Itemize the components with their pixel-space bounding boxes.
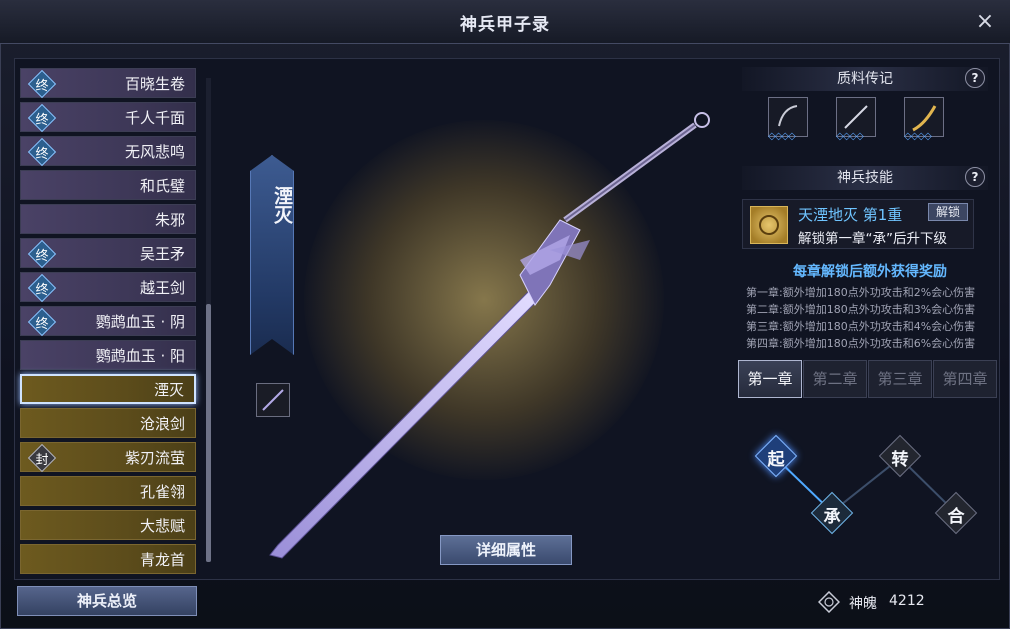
reward-line: 第二章:额外增加180点外功攻击和3%会心伤害 (746, 303, 976, 316)
list-item[interactable]: 鹦鹉血玉 · 阳 (20, 340, 196, 370)
skill-icon[interactable] (750, 206, 788, 244)
list-item-label: 无风悲鸣 (124, 142, 185, 161)
node-cheng[interactable]: 承 (810, 491, 854, 535)
weapon-thumbnail[interactable] (256, 383, 290, 417)
list-item[interactable]: 终 百晓生卷 (20, 68, 196, 99)
skill-header: 神兵技能 (742, 166, 988, 190)
skill-description: 解锁第一章“承”后升下级 (798, 231, 947, 247)
weapon-name: 湮灭 (271, 186, 293, 224)
title-bar: 神兵甲子录 × (0, 0, 1010, 44)
soul-label: 神魄 (849, 596, 877, 612)
list-item[interactable]: 孔雀翎 (20, 476, 196, 506)
list-item-label: 大悲赋 (139, 516, 185, 535)
material-stars: ◇◇◇◇ (836, 131, 864, 142)
end-badge-icon: 终 (27, 103, 57, 133)
list-item-label: 越王剑 (139, 278, 185, 297)
list-item-label: 朱邪 (154, 210, 185, 229)
scroll-thumb[interactable] (206, 304, 211, 562)
soul-value: 4212 (889, 593, 925, 609)
materials-header: 质料传记 (742, 67, 988, 91)
end-badge-icon: 终 (27, 307, 57, 337)
tab-chapter-4[interactable]: 第四章 (933, 360, 997, 398)
list-item[interactable]: 终 吴王矛 (20, 238, 196, 269)
end-badge-icon: 终 (27, 239, 57, 269)
list-item-label: 紫刃流萤 (124, 448, 185, 467)
list-item-label: 湮灭 (153, 380, 184, 399)
list-item-label: 鹦鹉血玉 · 阳 (95, 346, 185, 365)
unlock-button[interactable]: 解锁 (928, 203, 968, 221)
reward-line: 第三章:额外增加180点外功攻击和4%会心伤害 (746, 320, 976, 333)
node-zhuan[interactable]: 转 (878, 434, 922, 478)
sealed-badge-icon: 封 (27, 443, 57, 473)
knot-icon (759, 215, 779, 235)
material-stars: ◇◇◇◇ (768, 131, 796, 142)
reward-line: 第四章:额外增加180点外功攻击和6%会心伤害 (746, 337, 976, 350)
mini-sword-icon (262, 389, 284, 411)
list-item-selected[interactable]: 湮灭 (20, 374, 196, 404)
reward-title: 每章解锁后额外获得奖励 (793, 264, 947, 280)
tab-chapter-3[interactable]: 第三章 (868, 360, 932, 398)
weapon-list: 终 百晓生卷 终 千人千面 终 无风悲鸣 和氏璧 朱邪 终 吴王矛 终 越王剑 … (20, 68, 198, 576)
list-item-label: 沧浪剑 (139, 414, 185, 433)
list-item-label: 鹦鹉血玉 · 阴 (95, 312, 185, 331)
list-item[interactable]: 和氏璧 (20, 170, 196, 200)
list-item[interactable]: 终 鹦鹉血玉 · 阴 (20, 306, 196, 337)
end-badge-icon: 终 (27, 137, 57, 167)
weapon-overview-button[interactable]: 神兵总览 (17, 586, 197, 616)
list-item[interactable]: 朱邪 (20, 204, 196, 234)
list-item-label: 百晓生卷 (124, 74, 185, 93)
list-item[interactable]: 沧浪剑 (20, 408, 196, 438)
close-icon[interactable]: × (974, 11, 996, 33)
list-item[interactable]: 青龙首 (20, 544, 196, 574)
materials-help-icon[interactable]: ? (965, 68, 985, 88)
node-he[interactable]: 合 (934, 491, 978, 535)
tab-chapter-1[interactable]: 第一章 (738, 360, 802, 398)
end-badge-icon: 终 (27, 273, 57, 303)
list-item-label: 千人千面 (124, 108, 185, 127)
tab-chapter-2[interactable]: 第二章 (803, 360, 867, 398)
list-item[interactable]: 终 千人千面 (20, 102, 196, 133)
reward-line: 第一章:额外增加180点外功攻击和2%会心伤害 (746, 286, 976, 299)
list-item[interactable]: 封 紫刃流萤 (20, 442, 196, 473)
soul-icon (818, 591, 840, 613)
list-item[interactable]: 大悲赋 (20, 510, 196, 540)
detail-attributes-button[interactable]: 详细属性 (440, 535, 572, 565)
list-item-label: 和氏璧 (139, 176, 185, 195)
list-item[interactable]: 终 无风悲鸣 (20, 136, 196, 167)
material-stars: ◇◇◇◇ (904, 131, 932, 142)
list-item-label: 吴王矛 (139, 244, 185, 263)
window-title: 神兵甲子录 (460, 15, 550, 35)
list-item-label: 孔雀翎 (139, 482, 185, 501)
weapon-name-banner: 湮灭 (250, 155, 294, 355)
skill-name: 天湮地灭 第1重 (798, 206, 903, 224)
list-item[interactable]: 终 越王剑 (20, 272, 196, 303)
list-item-label: 青龙首 (139, 550, 185, 569)
skill-help-icon[interactable]: ? (965, 167, 985, 187)
end-badge-icon: 终 (27, 69, 57, 99)
sword-image (269, 112, 710, 559)
list-scrollbar[interactable] (206, 78, 211, 562)
weapon-display (220, 60, 732, 578)
node-qi[interactable]: 起 (754, 434, 798, 478)
